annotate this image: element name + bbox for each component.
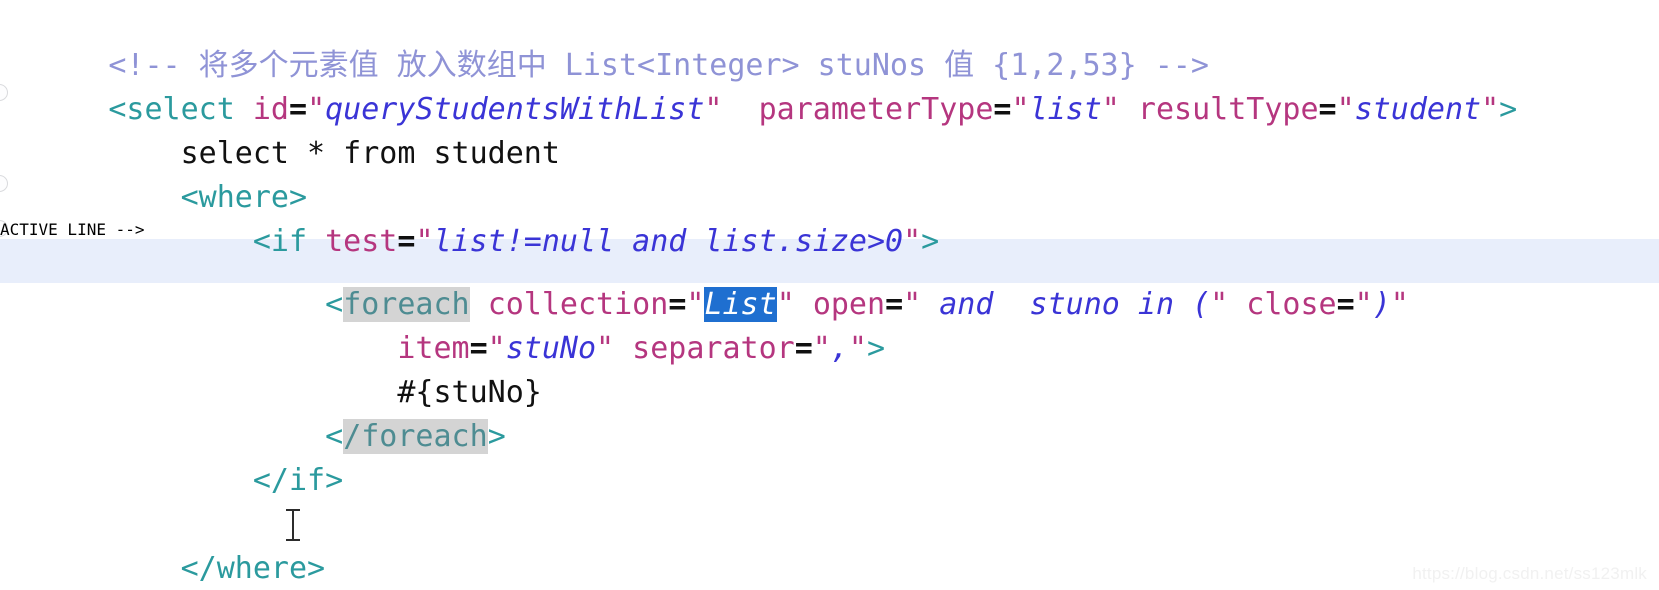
if-close-tag: </if>: [252, 463, 344, 498]
attr-separator: separator: [632, 331, 795, 366]
quote: ": [307, 92, 326, 127]
quote: ": [415, 224, 434, 259]
quote: ": [686, 287, 705, 322]
attr-parametertype: parameterType: [758, 92, 994, 127]
equals: =: [794, 331, 813, 366]
quote: ": [1210, 287, 1229, 322]
attr-parametertype-value: list: [1029, 92, 1102, 127]
text-cursor-icon: [286, 508, 300, 542]
attr-close: close: [1246, 287, 1337, 322]
xml-comment: <!-- 将多个元素值 放入数组中 List<Integer> stuNos 值…: [108, 48, 1209, 83]
tag-open-bracket: <: [325, 419, 344, 454]
equals: =: [668, 287, 687, 322]
selected-text-list[interactable]: List: [704, 287, 777, 322]
attr-id: id: [252, 92, 289, 127]
if-open-tag: <if: [252, 224, 308, 259]
tag-close-bracket: >: [487, 419, 506, 454]
attr-item: item: [397, 331, 470, 366]
attr-resulttype: resultType: [1137, 92, 1319, 127]
attr-separator-value: ,: [830, 331, 849, 366]
attr-id-value: queryStudentsWithList: [325, 92, 705, 127]
where-close-tag: </where>: [180, 551, 326, 586]
where-open-tag: <where>: [180, 180, 308, 215]
attr-open: open: [812, 287, 886, 322]
code-line-12[interactable]: </where>: [0, 503, 1659, 586]
tag-close-bracket: >: [866, 331, 886, 366]
equals: =: [1336, 287, 1355, 322]
quote: ": [776, 287, 795, 322]
quote: ": [848, 331, 867, 366]
code-content[interactable]: <!-- 将多个元素值 放入数组中 List<Integer> stuNos 值…: [0, 0, 1659, 590]
quote: ": [596, 331, 615, 366]
tag-close-bracket: >: [921, 224, 940, 259]
equals: =: [469, 331, 488, 366]
quote: ": [903, 224, 922, 259]
quote: ": [1354, 287, 1373, 322]
quote: ": [487, 331, 506, 366]
equals: =: [397, 224, 416, 259]
quote: ": [812, 331, 831, 366]
attr-collection: collection: [487, 287, 669, 322]
quote: ": [1101, 92, 1120, 127]
code-editor-view[interactable]: <!-- 将多个元素值 放入数组中 List<Integer> stuNos 值…: [0, 0, 1659, 590]
sql-statement: select * from student: [180, 136, 560, 171]
quote: ": [1390, 287, 1409, 322]
attr-open-value: and stuno in (: [921, 287, 1211, 322]
tag-open-bracket: <: [325, 287, 344, 322]
tag-close-bracket: >: [1499, 92, 1518, 127]
watermark-text: https://blog.csdn.net/ss123mlk: [1412, 564, 1647, 583]
attr-item-value: stuNo: [505, 331, 597, 366]
quote: ": [1336, 92, 1355, 127]
code-line-1[interactable]: <!-- 将多个元素值 放入数组中 List<Integer> stuNos 值…: [0, 0, 1659, 83]
quote: ": [903, 287, 922, 322]
equals: =: [885, 287, 904, 322]
equals: =: [993, 92, 1012, 127]
mybatis-parameter-placeholder: #{stuNo}: [397, 375, 542, 410]
select-open-tag: <select: [108, 92, 235, 127]
attr-close-value: ): [1372, 287, 1391, 322]
foreach-close-tag-name: /foreach: [343, 419, 488, 454]
attr-resulttype-value: student: [1354, 92, 1482, 127]
quote: ": [1011, 92, 1030, 127]
quote: ": [1481, 92, 1500, 127]
quote: ": [704, 92, 723, 127]
equals: =: [289, 92, 308, 127]
foreach-tag-name: foreach: [343, 287, 470, 322]
attr-test: test: [325, 224, 398, 259]
attr-test-value: list!=null and list.size>0: [433, 224, 904, 259]
equals: =: [1318, 92, 1337, 127]
